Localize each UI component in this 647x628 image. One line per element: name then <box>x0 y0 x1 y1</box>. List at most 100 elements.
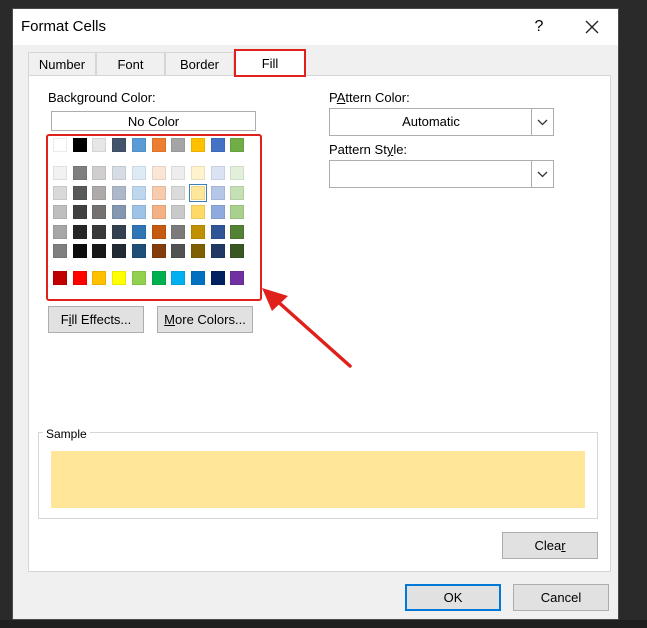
sample-preview <box>51 451 585 508</box>
pattern-color-dropdown[interactable] <box>531 109 553 135</box>
swatch-shade-1-1[interactable] <box>73 185 87 200</box>
swatch-shade-1-5[interactable] <box>152 185 166 200</box>
fill-effects-label-prefix: F <box>60 312 69 327</box>
swatch-shade-2-8[interactable] <box>211 205 225 220</box>
swatch-theme-0[interactable] <box>53 138 67 152</box>
swatch-shade-3-9[interactable] <box>230 224 244 239</box>
swatch-theme-1[interactable] <box>73 138 87 152</box>
tab-fill[interactable]: Fill <box>234 49 306 77</box>
swatch-theme-6[interactable] <box>171 138 185 152</box>
swatch-theme-3[interactable] <box>112 138 126 152</box>
swatch-shade-1-0[interactable] <box>53 185 67 200</box>
swatch-shade-4-4[interactable] <box>132 244 146 259</box>
more-colors-button[interactable]: More Colors... <box>157 306 253 333</box>
pattern-style-label: Pattern Style: <box>329 142 407 157</box>
swatch-standard-9[interactable] <box>230 271 244 285</box>
swatch-shade-0-0[interactable] <box>53 166 67 180</box>
help-button[interactable]: ? <box>527 15 551 39</box>
tab-number[interactable]: Number <box>28 52 96 76</box>
chevron-down-icon <box>537 119 548 126</box>
swatch-standard-6[interactable] <box>171 271 185 285</box>
swatch-shade-0-7[interactable] <box>191 166 205 180</box>
swatch-shade-1-2[interactable] <box>92 185 106 200</box>
pattern-style-label-prefix: Pattern St <box>329 142 387 157</box>
swatch-shade-1-6[interactable] <box>171 185 185 200</box>
swatch-shade-3-8[interactable] <box>211 224 225 239</box>
swatch-shade-2-9[interactable] <box>230 205 244 220</box>
swatch-shade-4-5[interactable] <box>152 244 166 259</box>
swatch-shade-1-9[interactable] <box>230 185 244 200</box>
sample-label: Sample <box>43 427 90 441</box>
swatch-shade-0-5[interactable] <box>152 166 166 180</box>
swatch-shade-1-3[interactable] <box>112 185 126 200</box>
swatch-standard-2[interactable] <box>92 271 106 285</box>
no-color-button[interactable]: No Color <box>51 111 256 131</box>
swatch-shade-2-5[interactable] <box>152 205 166 220</box>
swatch-shade-1-4[interactable] <box>132 185 146 200</box>
swatch-shade-0-1[interactable] <box>73 166 87 180</box>
tab-border[interactable]: Border <box>165 52 234 76</box>
swatch-shade-3-7[interactable] <box>191 224 205 239</box>
swatch-shade-4-2[interactable] <box>92 244 106 259</box>
tab-font[interactable]: Font <box>96 52 165 76</box>
swatch-shade-2-6[interactable] <box>171 205 185 220</box>
swatch-theme-7[interactable] <box>191 138 205 152</box>
swatch-shade-3-0[interactable] <box>53 224 67 239</box>
swatch-shade-0-6[interactable] <box>171 166 185 180</box>
swatch-theme-9[interactable] <box>230 138 244 152</box>
swatch-shade-4-7[interactable] <box>191 244 205 259</box>
swatch-shade-2-4[interactable] <box>132 205 146 220</box>
swatch-shade-2-2[interactable] <box>92 205 106 220</box>
more-colors-label-accel: M <box>164 312 176 327</box>
clear-label-prefix: Clea <box>534 538 562 553</box>
background-color-label: Background Color: <box>48 90 156 105</box>
swatch-shade-3-2[interactable] <box>92 224 106 239</box>
pattern-color-label: PAttern Color: <box>329 90 410 105</box>
swatch-standard-5[interactable] <box>152 271 166 285</box>
pattern-color-label-prefix: P <box>329 90 337 105</box>
close-button[interactable] <box>580 15 604 39</box>
swatch-shade-0-4[interactable] <box>132 166 146 180</box>
pattern-style-dropdown[interactable] <box>531 161 553 187</box>
clear-label-accel: r <box>561 538 566 553</box>
swatch-theme-4[interactable] <box>132 138 146 152</box>
swatch-shade-4-1[interactable] <box>73 244 87 259</box>
swatch-shade-4-0[interactable] <box>53 244 67 259</box>
swatch-standard-1[interactable] <box>73 271 87 285</box>
swatch-shade-1-8[interactable] <box>211 185 225 200</box>
fill-effects-label-rest: ll Effects... <box>71 312 132 327</box>
swatch-shade-4-8[interactable] <box>211 244 225 259</box>
swatch-standard-4[interactable] <box>132 271 146 285</box>
swatch-shade-2-1[interactable] <box>73 205 87 220</box>
swatch-shade-3-1[interactable] <box>73 224 87 239</box>
swatch-standard-7[interactable] <box>191 271 205 285</box>
swatch-shade-0-2[interactable] <box>92 166 106 180</box>
swatch-standard-0[interactable] <box>53 271 67 285</box>
swatch-shade-4-9[interactable] <box>230 244 244 259</box>
fill-effects-button[interactable]: Fill Effects... <box>48 306 144 333</box>
swatch-shade-4-6[interactable] <box>171 244 185 259</box>
swatch-standard-3[interactable] <box>112 271 126 285</box>
swatch-shade-0-9[interactable] <box>230 166 244 180</box>
swatch-theme-8[interactable] <box>211 138 225 152</box>
swatch-shade-3-6[interactable] <box>171 224 185 239</box>
swatch-shade-0-8[interactable] <box>211 166 225 180</box>
swatch-theme-5[interactable] <box>152 138 166 152</box>
swatch-shade-3-3[interactable] <box>112 224 126 239</box>
swatch-shade-2-3[interactable] <box>112 205 126 220</box>
cancel-button[interactable]: Cancel <box>513 584 609 611</box>
pattern-color-select[interactable]: Automatic <box>329 108 554 136</box>
swatch-shade-0-3[interactable] <box>112 166 126 180</box>
swatch-shade-4-3[interactable] <box>112 244 126 259</box>
swatch-shade-3-5[interactable] <box>152 224 166 239</box>
title-bar: Format Cells ? <box>13 9 618 45</box>
swatch-theme-2[interactable] <box>92 138 106 152</box>
swatch-shade-2-0[interactable] <box>53 205 67 220</box>
ok-button[interactable]: OK <box>405 584 501 611</box>
swatch-shade-3-4[interactable] <box>132 224 146 239</box>
swatch-shade-2-7[interactable] <box>191 205 205 220</box>
swatch-standard-8[interactable] <box>211 271 225 285</box>
pattern-style-select[interactable] <box>329 160 554 188</box>
swatch-shade-1-7[interactable] <box>189 183 207 202</box>
clear-button[interactable]: Clear <box>502 532 598 559</box>
